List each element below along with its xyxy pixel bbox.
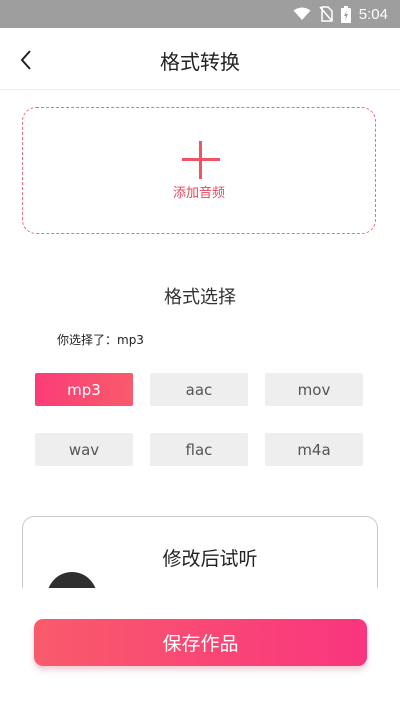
format-option-mov[interactable]: mov	[265, 373, 363, 406]
app-bar: 格式转换	[0, 28, 400, 90]
preview-title: 修改后试听	[162, 548, 258, 570]
battery-icon	[340, 5, 351, 23]
preview-card: 修改后试听	[22, 516, 378, 588]
format-option-wav[interactable]: wav	[35, 433, 133, 466]
no-sim-icon	[319, 6, 333, 22]
format-option-mp3[interactable]: mp3	[35, 373, 133, 406]
wifi-icon	[293, 7, 311, 20]
disc-icon[interactable]	[47, 572, 97, 588]
format-option-aac[interactable]: aac	[150, 373, 248, 406]
format-section-title: 格式选择	[164, 287, 236, 308]
save-button[interactable]: 保存作品	[34, 619, 367, 666]
app-bar-divider	[0, 89, 400, 90]
status-icons: 5:04	[293, 0, 388, 28]
add-audio-label: 添加音频	[172, 186, 225, 201]
selected-format-text: 你选择了：mp3	[57, 333, 144, 347]
status-time: 5:04	[358, 5, 388, 23]
add-audio-button[interactable]: 添加音频	[22, 107, 376, 234]
format-option-flac[interactable]: flac	[150, 433, 248, 466]
page-title: 格式转换	[160, 50, 240, 74]
plus-icon	[182, 141, 220, 179]
format-grid: mp3 aac mov wav flac m4a	[35, 373, 365, 466]
format-option-m4a[interactable]: m4a	[265, 433, 363, 466]
status-bar: 5:04	[0, 0, 400, 28]
